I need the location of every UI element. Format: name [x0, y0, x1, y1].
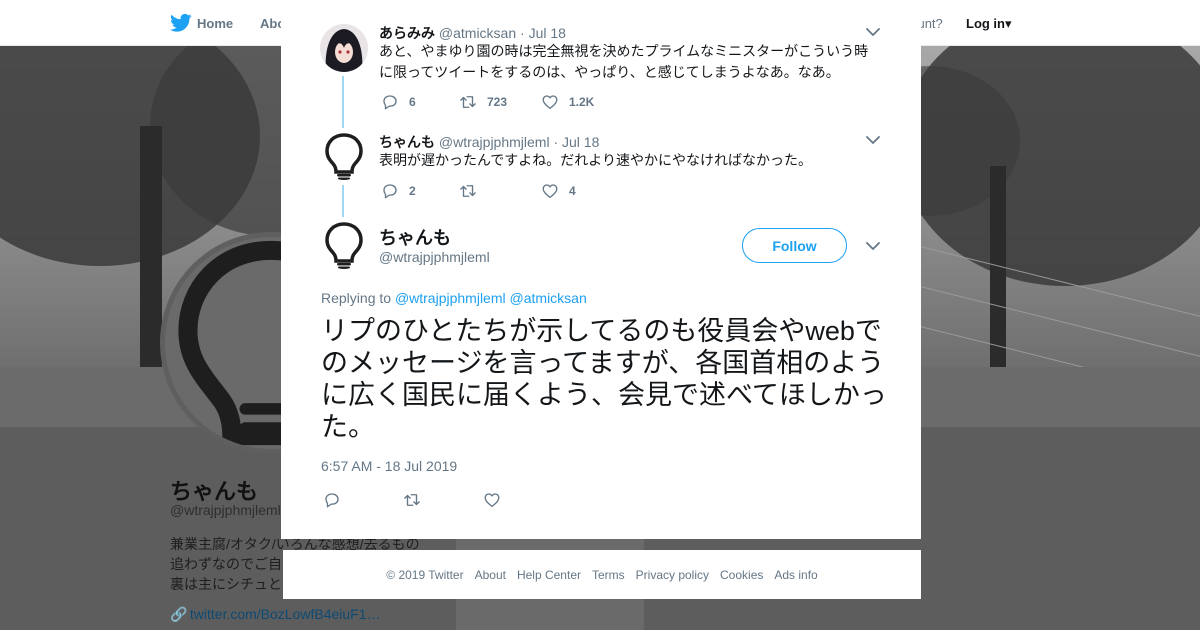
retweet-icon	[460, 185, 476, 197]
anime-avatar-icon	[320, 24, 368, 72]
like-button[interactable]	[483, 490, 501, 510]
chevron-down-icon[interactable]	[866, 28, 880, 37]
main-tweet-actions	[323, 490, 523, 510]
main-tweet-avatar[interactable]	[320, 221, 368, 269]
like-button[interactable]: 4	[541, 181, 576, 201]
footer-link-cookies[interactable]: Cookies	[720, 568, 763, 582]
chevron-down-icon[interactable]	[866, 242, 880, 251]
replying-to-line: Replying to @wtrajpjphmjleml @atmicksan	[321, 290, 587, 306]
tweet-header: ちゃんも @wtrajpjphmjleml · Jul 18	[379, 132, 599, 152]
chevron-down-icon[interactable]	[866, 136, 880, 145]
modal-footer: © 2019 Twitter About Help Center Terms P…	[283, 550, 921, 599]
tweet-avatar[interactable]	[320, 24, 368, 72]
tweet-actions: 6 723 1.2K	[381, 92, 641, 112]
footer-links: © 2019 Twitter About Help Center Terms P…	[283, 550, 921, 599]
reply-icon	[325, 493, 339, 508]
replying-to-user-link[interactable]: @atmicksan	[510, 290, 587, 306]
lightbulb-icon	[320, 221, 368, 269]
like-count: 1.2K	[569, 95, 595, 109]
main-tweet-author-name[interactable]: ちゃんも	[379, 224, 451, 250]
retweet-button[interactable]	[403, 490, 421, 510]
thread-connector-line	[342, 185, 344, 217]
lightbulb-icon	[320, 132, 368, 180]
heart-icon	[542, 184, 558, 199]
tweet-author-name[interactable]: ちゃんも	[379, 134, 435, 150]
tweet-author-handle[interactable]: @atmicksan	[439, 25, 516, 41]
profile-website-text: twitter.com/BozLowfB4eiuF1…	[189, 606, 381, 622]
follow-button[interactable]: Follow	[742, 228, 847, 263]
reply-button[interactable]: 2	[381, 181, 416, 201]
main-tweet-text: リプのひとたちが示してるのも役員会やwebでのメッセージを言ってますが、各国首相…	[321, 316, 887, 442]
reply-button[interactable]	[323, 490, 341, 510]
footer-link-ads-info[interactable]: Ads info	[774, 568, 817, 582]
heart-icon	[542, 95, 558, 110]
like-button[interactable]: 1.2K	[541, 92, 594, 112]
twitter-bird-icon[interactable]	[170, 13, 192, 33]
retweet-icon	[404, 494, 420, 506]
profile-website-link[interactable]: 🔗 twitter.com/BozLowfB4eiuF1…	[170, 606, 381, 623]
retweet-icon	[460, 96, 476, 108]
reply-count: 2	[409, 184, 416, 198]
nav-home-link[interactable]: Home	[197, 16, 233, 31]
tweet-date[interactable]: · Jul 18	[553, 134, 599, 150]
close-icon[interactable]	[1155, 13, 1179, 37]
retweet-button[interactable]	[459, 181, 487, 201]
like-count: 4	[569, 184, 576, 198]
reply-icon	[383, 95, 397, 110]
heart-icon	[484, 493, 500, 508]
login-link[interactable]: Log in▾	[966, 16, 1012, 32]
main-tweet-author-handle[interactable]: @wtrajpjphmjleml	[379, 249, 490, 265]
tweet-avatar[interactable]	[320, 132, 368, 180]
retweet-count: 723	[487, 95, 508, 109]
replying-to-user-link[interactable]: @wtrajpjphmjleml	[395, 290, 506, 306]
tweet-date[interactable]: · Jul 18	[520, 25, 566, 41]
footer-link-terms[interactable]: Terms	[592, 568, 625, 582]
tweet-header: あらみみ @atmicksan · Jul 18	[379, 23, 566, 43]
footer-link-about[interactable]: About	[475, 568, 506, 582]
footer-copyright: © 2019 Twitter	[386, 567, 464, 582]
tweet-text: 表明が遅かったんですよね。だれより速やかにやなければなかった。	[379, 152, 813, 168]
tweet-actions: 2 4	[381, 181, 641, 201]
tweet-author-handle[interactable]: @wtrajpjphmjleml	[439, 134, 550, 150]
tweet-author-name[interactable]: あらみみ	[379, 25, 435, 41]
tweet-permalink-modal: あらみみ @atmicksan · Jul 18 あと、やまゆり園の時は完全無視…	[281, 8, 921, 539]
reply-icon	[383, 184, 397, 199]
replying-to-prefix: Replying to	[321, 290, 392, 306]
login-label: Log in	[966, 16, 1005, 31]
reply-count: 6	[409, 95, 416, 109]
tweet-text: あと、やまゆり園の時は完全無視を決めたプライムなミニスターがこういう時に限ってツ…	[379, 43, 869, 80]
retweet-button[interactable]: 723	[459, 92, 507, 112]
reply-button[interactable]: 6	[381, 92, 416, 112]
main-tweet-timestamp[interactable]: 6:57 AM - 18 Jul 2019	[321, 458, 457, 474]
profile-handle: @wtrajpjphmjleml	[170, 502, 281, 518]
footer-link-help-center[interactable]: Help Center	[517, 568, 581, 582]
thread-connector-line	[342, 76, 344, 128]
link-icon: 🔗	[170, 606, 188, 622]
footer-link-privacy[interactable]: Privacy policy	[636, 568, 709, 582]
